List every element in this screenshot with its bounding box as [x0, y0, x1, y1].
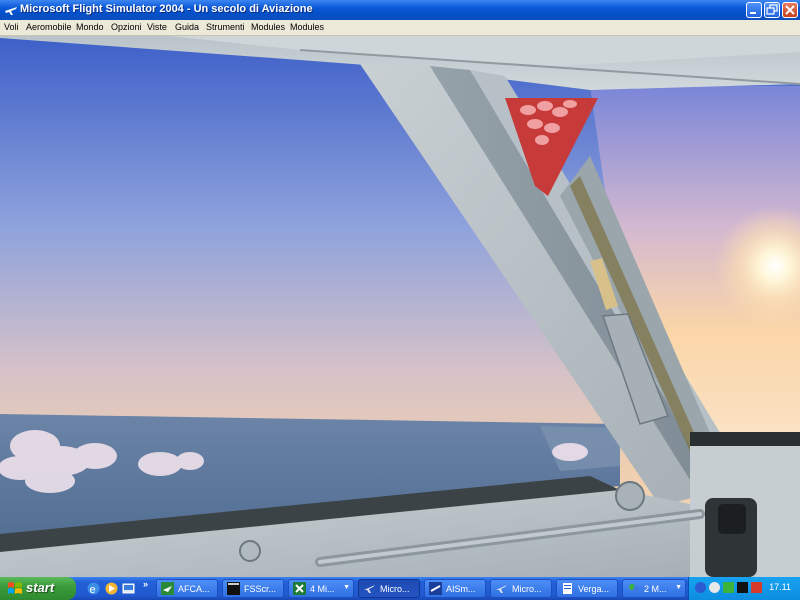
taskbar-button-aism[interactable]: AISm... — [424, 579, 486, 598]
volume-icon[interactable] — [709, 582, 720, 593]
restore-icon — [766, 4, 778, 15]
flight-simulator-app-icon — [5, 7, 17, 15]
menu-opzioni[interactable]: Opzioni — [111, 22, 142, 32]
show-desktop-icon[interactable] — [121, 581, 136, 596]
media-player-icon[interactable] — [104, 581, 119, 596]
messenger-icon — [629, 584, 639, 592]
taskbar-button-flight-sim[interactable]: Micro... — [490, 579, 552, 598]
taskbar-button-verga[interactable]: Verga... — [556, 579, 618, 598]
document-icon — [563, 583, 572, 594]
network-icon[interactable] — [695, 582, 706, 593]
app-tray-icon[interactable] — [737, 582, 748, 593]
menu-modules-2[interactable]: Modules — [290, 22, 324, 32]
menu-voli[interactable]: Voli — [4, 22, 19, 32]
cockpit-view[interactable] — [0, 36, 800, 577]
minimize-button[interactable] — [746, 2, 762, 18]
internet-explorer-icon[interactable]: e — [86, 581, 101, 596]
title-bar[interactable]: Microsoft Flight Simulator 2004 - Un sec… — [0, 0, 800, 20]
windows-logo-icon — [8, 582, 22, 594]
taskbar-button-flight-sim-active[interactable]: Micro... — [358, 579, 420, 598]
flight-sim-icon — [364, 585, 375, 593]
svg-text:e: e — [90, 584, 96, 596]
maximize-button[interactable] — [764, 2, 780, 18]
menu-strumenti[interactable]: Strumenti — [206, 22, 245, 32]
ai-smooth-icon — [429, 582, 442, 595]
taskbar-button-messenger-group[interactable]: 2 M... ▼ — [622, 579, 686, 598]
menu-aeromobile[interactable]: Aeromobile — [26, 22, 72, 32]
quick-launch-more[interactable]: » — [143, 579, 148, 589]
cockpit-scene — [0, 36, 800, 577]
close-icon — [785, 5, 795, 15]
excel-icon — [293, 582, 306, 595]
start-label: start — [26, 580, 55, 595]
flight-sim-icon — [496, 585, 507, 593]
start-button[interactable]: start — [0, 577, 76, 600]
menu-viste[interactable]: Viste — [147, 22, 167, 32]
chevron-down-icon: ▼ — [675, 584, 682, 591]
menu-guida[interactable]: Guida — [175, 22, 199, 32]
window-title: Microsoft Flight Simulator 2004 - Un sec… — [20, 3, 313, 15]
menu-modules-1[interactable]: Modules — [251, 22, 285, 32]
taskbar-button-afca[interactable]: AFCA... — [156, 579, 218, 598]
menu-mondo[interactable]: Mondo — [76, 22, 104, 32]
menu-bar: Voli Aeromobile Mondo Opzioni Viste Guid… — [0, 20, 800, 36]
taskbar-button-excel-group[interactable]: 4 Mi... ▼ — [288, 579, 354, 598]
minimize-icon — [750, 12, 756, 14]
security-icon[interactable] — [723, 582, 734, 593]
close-button[interactable] — [782, 2, 798, 18]
taskbar-button-fsscr[interactable]: FSScr... — [222, 579, 284, 598]
antivirus-icon[interactable] — [751, 582, 762, 593]
terminal-icon — [227, 582, 240, 595]
system-tray: 17.11 — [688, 577, 800, 600]
taskbar: start e » AFCA... FSScr... 4 Mi... ▼ Mic… — [0, 577, 800, 600]
plane-app-icon — [161, 582, 174, 595]
chevron-down-icon: ▼ — [343, 584, 350, 591]
clock[interactable]: 17.11 — [769, 582, 791, 592]
